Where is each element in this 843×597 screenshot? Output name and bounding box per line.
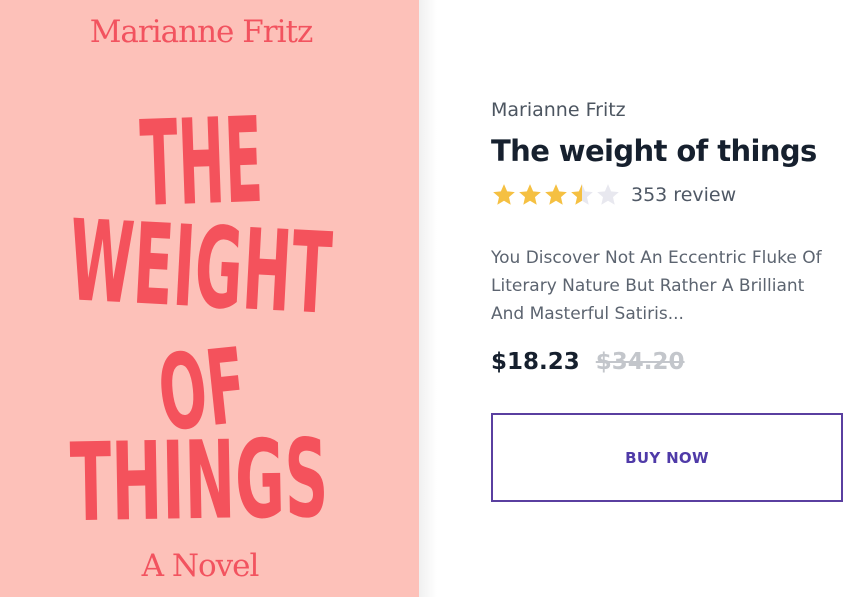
star-half-icon xyxy=(571,184,593,205)
review-count[interactable]: 353 review xyxy=(631,184,736,206)
book-cover[interactable]: Marianne Fritz THE WEIGHT OF THINGS A No… xyxy=(0,0,419,597)
buy-now-button[interactable]: BUY NOW xyxy=(491,413,843,502)
book-description: You Discover Not An Eccentric Fluke Of L… xyxy=(491,248,822,324)
cover-title-art: THE WEIGHT OF THINGS xyxy=(66,91,334,546)
product-card: Marianne Fritz THE WEIGHT OF THINGS A No… xyxy=(0,0,843,597)
original-price: $34.20 xyxy=(595,349,685,375)
book-title[interactable]: The weight of things xyxy=(491,134,817,168)
star-rating xyxy=(491,182,621,208)
cover-shadow xyxy=(419,0,437,597)
star-empty-icon xyxy=(597,184,619,205)
star-filled-icon xyxy=(519,184,541,205)
star-filled-icon xyxy=(493,184,515,205)
price-row: $18.23 $34.20 xyxy=(491,349,685,375)
cover-subtitle: A Novel xyxy=(141,548,260,584)
current-price: $18.23 xyxy=(491,349,580,375)
cover-title-word-things: THINGS xyxy=(69,417,329,546)
rating-row: 353 review xyxy=(491,182,736,208)
star-filled-icon xyxy=(545,184,567,205)
book-author[interactable]: Marianne Fritz xyxy=(491,99,626,121)
cover-title-word-weight: WEIGHT xyxy=(66,196,334,340)
